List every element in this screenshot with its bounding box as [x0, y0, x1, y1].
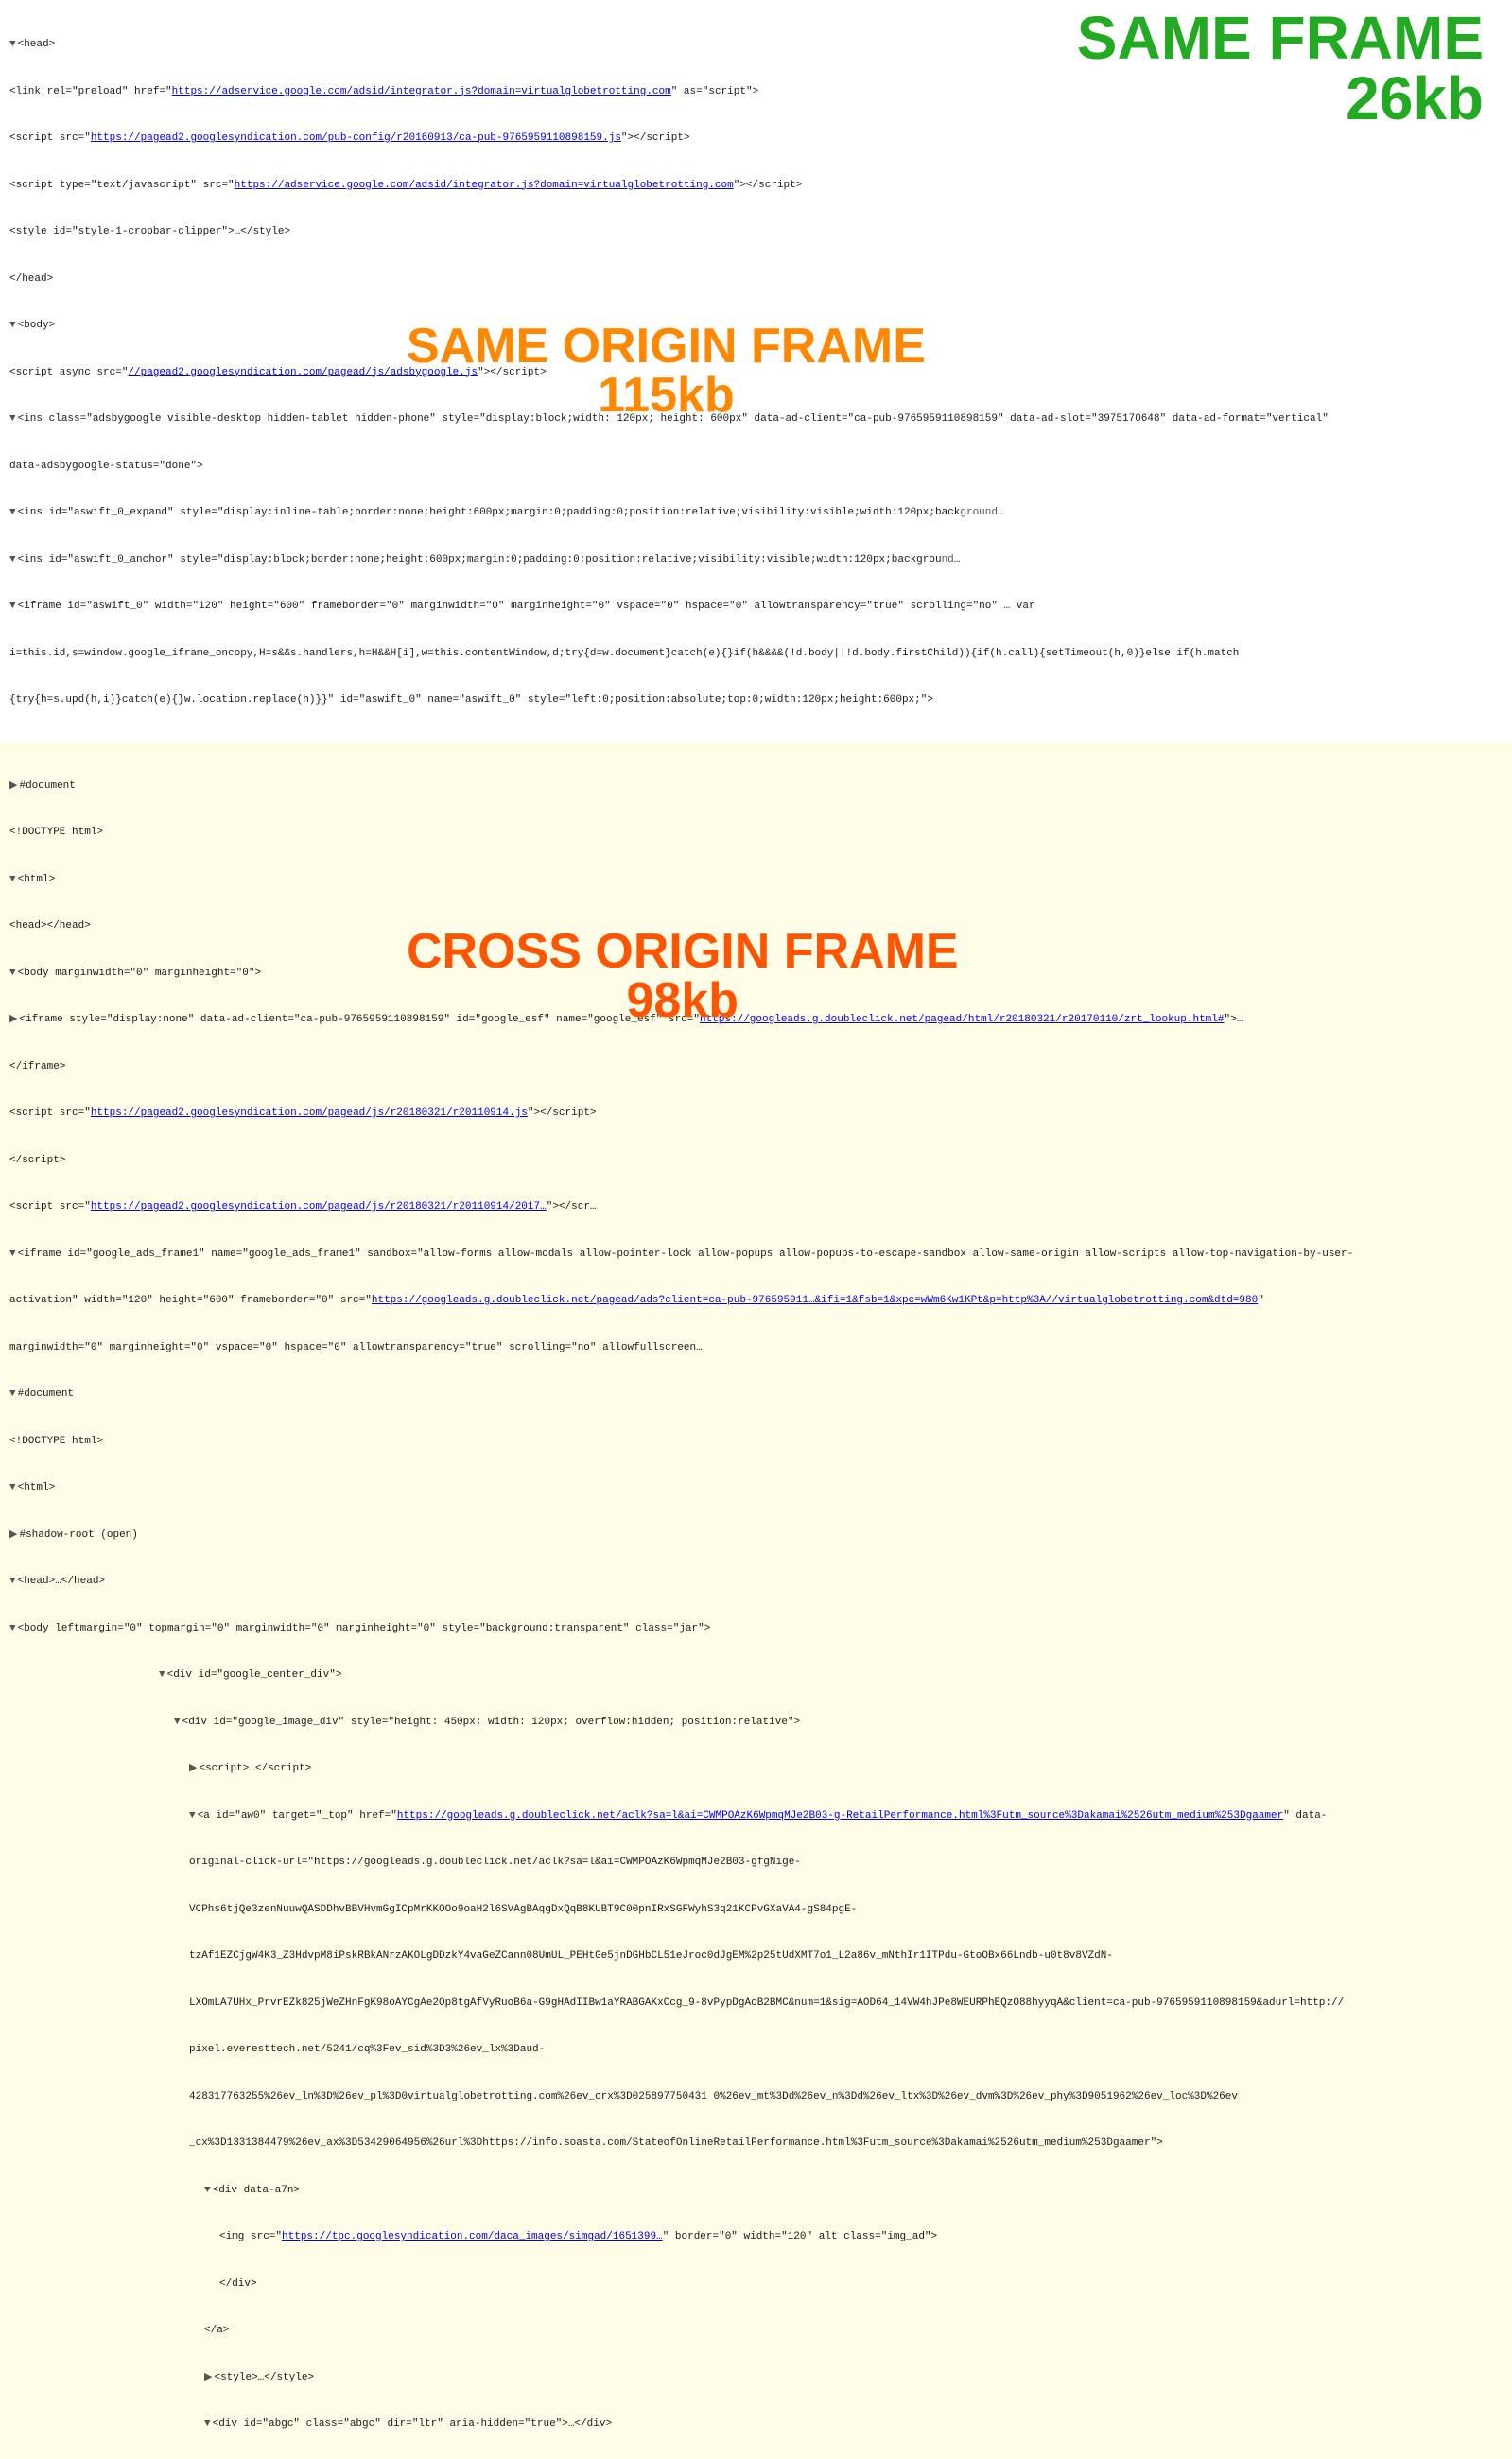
head-section: ▼<head> <link rel="preload" href="https:… — [0, 0, 1512, 743]
code-line: activation" width="120" height="600" fra… — [8, 1293, 1504, 1309]
code-line: </a> — [8, 2323, 1504, 2339]
code-line: ▼<body leftmargin="0" topmargin="0" marg… — [8, 1621, 1504, 1637]
code-line: </script> — [8, 1153, 1504, 1169]
code-line: <!DOCTYPE html> — [8, 1434, 1504, 1450]
code-line: ▼<html> — [8, 1480, 1504, 1496]
code-line: <style id="style-1-cropbar-clipper">…</s… — [8, 224, 1504, 240]
code-line: ▶<script>…</script> — [8, 1761, 1504, 1777]
code-line: <script src="https://pagead2.googlesyndi… — [8, 131, 1504, 147]
code-line: i=this.id,s=window.google_iframe_oncopy,… — [8, 646, 1504, 662]
yellow-section: ▶#document <!DOCTYPE html> ▼<html> <head… — [0, 743, 1512, 2459]
code-line: <script async src="//pagead2.googlesyndi… — [8, 365, 1504, 381]
code-line: tzAf1EZCjgW4K3_Z3HdvpM8iPskRBkANrzAKOLgD… — [8, 1948, 1504, 1964]
code-line: <head></head> — [8, 918, 1504, 934]
code-line: <script type="text/javascript" src="http… — [8, 178, 1504, 194]
code-line: ▶<iframe style="display:none" data-ad-cl… — [8, 1012, 1504, 1028]
code-line: </head> — [8, 271, 1504, 288]
code-line: LXOmLA7UHx_PrvrEZk825jWeZHnFgK98oAYCgAe2… — [8, 1996, 1504, 2012]
code-line: ▼<body marginwidth="0" marginheight="0"> — [8, 966, 1504, 982]
code-line: 428317763255%26ev_ln%3D%26ev_pl%3D0virtu… — [8, 2089, 1504, 2105]
code-line: <img src="https://tpc.googlesyndication.… — [8, 2229, 1504, 2245]
code-line: data-adsbygoogle-status="done"> — [8, 459, 1504, 475]
code-line: </iframe> — [8, 1059, 1504, 1075]
code-line: {try{h=s.upd(h,i)}catch(e){}w.location.r… — [8, 692, 1504, 708]
code-line: ▶#document — [8, 778, 1504, 794]
code-line: ▼#document — [8, 1386, 1504, 1403]
code-line: original-click-url="https://googleads.g.… — [8, 1855, 1504, 1871]
code-line: marginwidth="0" marginheight="0" vspace=… — [8, 1340, 1504, 1356]
code-line: ▼<div id="google_center_div"> — [8, 1667, 1504, 1683]
code-line: <script src="https://pagead2.googlesyndi… — [8, 1199, 1504, 1215]
code-line: ▼<head>…</head> — [8, 1574, 1504, 1590]
code-line: </div> — [8, 2276, 1504, 2293]
code-line: ▶#shadow-root (open) — [8, 1527, 1504, 1543]
code-line: ▼<div id="google_image_div" style="heigh… — [8, 1715, 1504, 1731]
code-line: ▶<style>…</style> — [8, 2370, 1504, 2386]
code-line: <link rel="preload" href="https://adserv… — [8, 84, 1504, 100]
code-line: ▼<html> — [8, 872, 1504, 888]
code-line: ▼<ins id="aswift_0_expand" style="displa… — [8, 505, 1504, 521]
code-line: ▼<body> — [8, 318, 1504, 334]
code-line: ▼<div data-a7n> — [8, 2183, 1504, 2199]
code-line: ▼<iframe id="google_ads_frame1" name="go… — [8, 1247, 1504, 1263]
code-line: VCPhs6tjQe3zenNuuwQASDDhvBBVHvmGgICpMrKK… — [8, 1902, 1504, 1918]
code-line: ▼<div id="abgc" class="abgc" dir="ltr" a… — [8, 2416, 1504, 2433]
code-line: <script src="https://pagead2.googlesyndi… — [8, 1106, 1504, 1122]
code-line: ▼<ins id="aswift_0_anchor" style="displa… — [8, 552, 1504, 568]
code-line: ▼<head> — [8, 37, 1504, 53]
code-line: <!DOCTYPE html> — [8, 825, 1504, 841]
code-line: ▼<iframe id="aswift_0" width="120" heigh… — [8, 599, 1504, 615]
code-line: ▼<ins class="adsbygoogle visible-desktop… — [8, 411, 1504, 427]
code-line: _cx%3D1331384479%26ev_ax%3D53429064956%2… — [8, 2136, 1504, 2152]
code-line: ▼<a id="aw0" target="_top" href="https:/… — [8, 1808, 1504, 1824]
code-line: pixel.everesttech.net/5241/cq%3Fev_sid%3… — [8, 2042, 1504, 2058]
